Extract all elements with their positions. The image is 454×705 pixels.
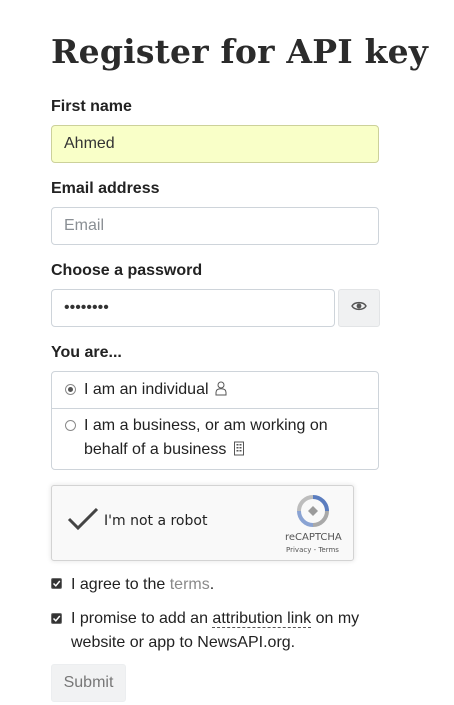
building-icon bbox=[233, 440, 245, 464]
account-type-group: I am an individual I am a business, or a… bbox=[51, 371, 379, 470]
attribution-checkbox[interactable] bbox=[51, 613, 62, 624]
agree-terms-label: I agree to the terms. bbox=[71, 576, 215, 593]
individual-option-label: I am an individual bbox=[84, 378, 227, 404]
attribution-link[interactable]: attribution link bbox=[212, 610, 312, 628]
agree-terms-checkbox[interactable] bbox=[51, 578, 62, 589]
recaptcha-checkmark[interactable] bbox=[67, 506, 99, 537]
attribution-label: I promise to add an attribution link on … bbox=[71, 610, 360, 651]
password-label: Choose a password bbox=[51, 262, 203, 279]
you-are-label: You are... bbox=[51, 344, 122, 361]
password-input[interactable] bbox=[51, 289, 335, 327]
submit-button[interactable]: Submit bbox=[51, 664, 126, 702]
recaptcha-brand: reCAPTCHA bbox=[285, 532, 342, 543]
business-option[interactable]: I am a business, or am working on behalf… bbox=[52, 409, 378, 469]
individual-option[interactable]: I am an individual bbox=[52, 372, 378, 409]
eye-icon bbox=[351, 299, 367, 317]
business-option-label: I am a business, or am working on behalf… bbox=[84, 414, 328, 464]
page-title: Register for API key bbox=[51, 32, 429, 71]
show-password-button[interactable] bbox=[338, 289, 380, 327]
email-label: Email address bbox=[51, 180, 160, 197]
first-name-label: First name bbox=[51, 98, 132, 115]
recaptcha-widget: I'm not a robot reCAPTCHA Privacy - Term… bbox=[51, 485, 354, 561]
recaptcha-privacy-terms-link[interactable]: Privacy - Terms bbox=[286, 546, 339, 554]
terms-link[interactable]: terms bbox=[170, 576, 210, 593]
individual-radio[interactable] bbox=[65, 384, 76, 395]
person-icon bbox=[215, 380, 227, 404]
recaptcha-label: I'm not a robot bbox=[104, 513, 208, 529]
recaptcha-logo-icon bbox=[296, 494, 330, 533]
email-input[interactable] bbox=[51, 207, 379, 245]
first-name-input[interactable] bbox=[51, 125, 379, 163]
business-radio[interactable] bbox=[65, 420, 76, 431]
